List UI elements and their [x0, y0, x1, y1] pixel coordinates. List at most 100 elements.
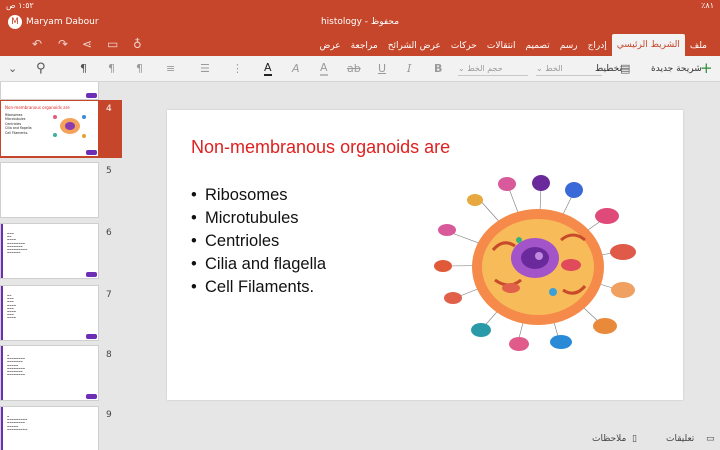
list-icon[interactable]: ☰ [200, 61, 210, 77]
bullet-glyph: • [191, 186, 197, 204]
slide-title[interactable]: Non-membranous organoids are [191, 137, 450, 158]
layout-button[interactable]: تخطيط [595, 61, 622, 77]
bullet-item[interactable]: • Centrioles [191, 230, 326, 253]
tab-transitions[interactable]: انتقالات [482, 36, 521, 56]
bullet-item[interactable]: • Ribosomes [191, 184, 326, 207]
tab-home[interactable]: الشريط الرئيسي [611, 34, 685, 56]
bullet-text: Cell Filaments. [205, 278, 315, 296]
numbered-list-icon[interactable]: ⋮ [232, 61, 243, 77]
bold-button[interactable]: B [434, 61, 442, 77]
slide-thumbnail-panel[interactable]: Non-membranous organoids are Ribosomes M… [0, 82, 122, 450]
strikethrough-button[interactable]: ab [347, 61, 361, 77]
notes-button[interactable]: ملاحظات [592, 432, 626, 446]
cell-organelles-diagram[interactable] [423, 170, 653, 365]
tab-animations[interactable]: حركات [446, 36, 482, 56]
bullet-glyph: • [191, 232, 197, 250]
font-color-button[interactable]: A [264, 61, 272, 76]
slide-number: 8 [106, 350, 112, 360]
lightbulb-icon[interactable]: ♁ [133, 36, 142, 52]
bullet-item[interactable]: • Cell Filaments. [191, 276, 326, 299]
bullet-glyph: • [191, 278, 197, 296]
slide-tag [86, 272, 97, 277]
tab-slideshow[interactable]: عرض الشرائح [383, 36, 446, 56]
status-footer: ملاحظات ▯ تعليقات ▭ [560, 432, 720, 448]
tab-draw[interactable]: رسم [555, 36, 583, 56]
slide-thumbnail-8[interactable]: ▬ ▬▬▬▬▬▬▬▬ ▬▬▬▬▬▬▬ ▬▬▬▬▬ ▬▬▬▬▬▬▬▬ ▬▬▬▬▬▬▬ ▬▬▬▬… [0, 345, 99, 401]
font-name-placeholder: الخط [545, 64, 563, 73]
slide-thumbnail-5[interactable] [0, 162, 99, 218]
show-paragraph-button[interactable]: ¶ [80, 61, 87, 77]
battery-indicator: ٪٨١ [701, 1, 714, 10]
notes-icon: ▯ [632, 434, 637, 444]
slide-accent-bar [1, 286, 3, 340]
clear-format-button[interactable]: A [292, 61, 300, 77]
thumb-placeholder-text: ▬ ▬▬▬▬▬▬▬▬▬ ▬▬▬▬▬▬▬▬ ▬▬▬▬▬ ▬▬▬▬▬▬▬▬▬ [7, 415, 28, 431]
redo-icon[interactable]: ↷ [58, 36, 68, 52]
tab-design[interactable]: تصميم [520, 36, 554, 56]
slide-thumbnail-9[interactable]: ▬ ▬▬▬▬▬▬▬▬▬ ▬▬▬▬▬▬▬▬ ▬▬▬▬▬ ▬▬▬▬▬▬▬▬▬ [0, 406, 99, 450]
bullet-text: Ribosomes [205, 186, 288, 204]
slide-tag [86, 394, 97, 399]
bullet-glyph: • [191, 255, 197, 273]
slide-number: 9 [106, 410, 112, 420]
share-icon[interactable]: ⋖ [82, 36, 92, 52]
highlight-button[interactable]: A [320, 61, 328, 76]
tab-insert[interactable]: إدراج [583, 36, 612, 56]
ribbon-tabs: ملف الشريط الرئيسي إدراج رسم تصميم انتقا… [314, 34, 712, 56]
cell-diagram-thumbnail [53, 115, 86, 138]
bullet-text: Cilia and flagella [205, 255, 327, 273]
title-bar: M Maryam Dabour histology - محفوظ [0, 12, 720, 32]
slide-accent-bar [1, 407, 3, 450]
font-size-dropdown[interactable]: ⌄ حجم الخط [458, 62, 528, 76]
slide-thumbnail-6[interactable]: ▬▬▬ ▬▬ ▬▬▬▬ ▬▬▬▬▬▬▬▬ ▬▬▬▬▬▬▬ ▬▬▬▬▬▬▬▬▬ ▬▬▬▬▬▬ [0, 223, 99, 279]
status-bar: ١:٥٢ ص ٪٨١ [0, 0, 720, 12]
slide-tag [86, 150, 97, 155]
add-icon[interactable]: + [700, 61, 713, 76]
bullet-text: Microtubules [205, 209, 299, 227]
thumb-bullet: Cilia and flagella [5, 126, 32, 131]
home-toolbar: ⌄ ⚲ ¶ ¶ ¶ ≡ ☰ ⋮ A A A ab U I B ⌄ حجم الخ… [0, 56, 720, 82]
search-icon[interactable]: ⚲ [36, 61, 46, 77]
present-icon[interactable]: ▭ [107, 36, 118, 52]
slide-number: 4 [106, 104, 112, 114]
new-slide-button[interactable]: شريحة جديدة [651, 61, 702, 77]
paragraph-rtl-button[interactable]: ¶ [136, 61, 143, 77]
slide-number: 5 [106, 166, 112, 176]
status-time: ١:٥٢ ص [6, 1, 34, 10]
layout-icon: ▤ [620, 62, 631, 75]
thumb-placeholder-text: ▬ ▬▬▬▬▬▬▬▬ ▬▬▬▬▬▬▬ ▬▬▬▬▬ ▬▬▬▬▬▬▬▬ ▬▬▬▬▬▬▬ ▬▬▬▬… [7, 354, 26, 377]
thumb-placeholder-text: ▬▬▬ ▬▬ ▬▬▬▬ ▬▬▬▬▬▬▬▬ ▬▬▬▬▬▬▬ ▬▬▬▬▬▬▬▬▬ ▬▬▬▬▬▬ [7, 232, 28, 255]
undo-icon[interactable]: ↶ [32, 36, 42, 52]
bullet-text: Centrioles [205, 232, 280, 250]
tab-review[interactable]: مراجعة [346, 36, 383, 56]
bullet-list[interactable]: • Ribosomes • Microtubules • Centrioles • Ci… [191, 184, 326, 299]
document-title[interactable]: histology - محفوظ [0, 15, 720, 29]
underline-button[interactable]: U [378, 61, 386, 77]
thumb-bullet: Cell Filaments. [5, 130, 29, 135]
font-size-placeholder: حجم الخط [467, 64, 503, 73]
thumb-bullets: Ribosomes Microtubules Centrioles Cilia … [5, 113, 32, 135]
tab-view[interactable]: عرض [314, 36, 345, 56]
slide-tag [86, 93, 97, 98]
chevron-down-icon[interactable]: ⌄ [8, 61, 17, 77]
slide-number: 6 [106, 228, 112, 238]
font-name-dropdown[interactable]: ⌄ الخط [536, 62, 602, 76]
bullet-item[interactable]: • Cilia and flagella [191, 253, 326, 276]
italic-button[interactable]: I [407, 61, 411, 77]
slide-canvas[interactable]: Non-membranous organoids are • Ribosomes … [167, 110, 683, 400]
tab-file[interactable]: ملف [685, 36, 712, 56]
slide-tag [86, 334, 97, 339]
bullet-glyph: • [191, 209, 197, 227]
align-icon[interactable]: ≡ [166, 61, 175, 77]
slide-accent-bar [1, 346, 3, 400]
comments-button[interactable]: تعليقات [666, 432, 694, 446]
slide-number: 7 [106, 290, 112, 300]
slide-thumbnail[interactable] [0, 82, 99, 100]
slide-accent-bar [1, 224, 3, 278]
ribbon-tab-row: ↶ ↷ ⋖ ▭ ♁ ملف الشريط الرئيسي إدراج رسم ت… [0, 32, 720, 56]
bullet-item[interactable]: • Microtubules [191, 207, 326, 230]
thumb-placeholder-text: ▬▬ ▬▬▬ ▬▬▬ ▬▬▬▬ ▬▬▬ ▬▬▬▬ ▬▬▬ ▬▬▬▬ [7, 294, 17, 320]
paragraph-ltr-button[interactable]: ¶ [108, 61, 115, 77]
slide-thumbnail-4[interactable]: Non-membranous organoids are Ribosomes M… [1, 101, 98, 156]
slide-thumbnail-7[interactable]: ▬▬ ▬▬▬ ▬▬▬ ▬▬▬▬ ▬▬▬ ▬▬▬▬ ▬▬▬ ▬▬▬▬ [0, 285, 99, 341]
